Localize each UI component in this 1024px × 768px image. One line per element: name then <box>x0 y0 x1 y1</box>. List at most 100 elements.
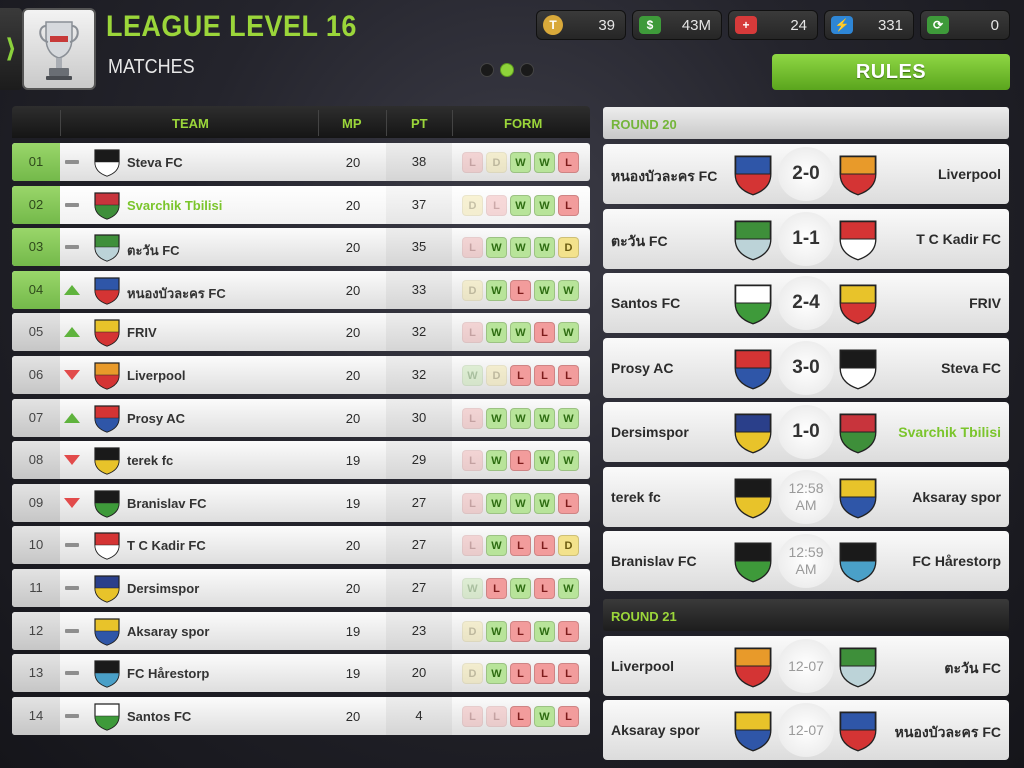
form-badge: L <box>486 705 507 727</box>
dash-icon <box>64 667 80 679</box>
form-badge: W <box>534 492 555 514</box>
home-team[interactable]: terek fc <box>611 489 661 505</box>
table-row[interactable]: 08 terek fc 19 29 LWLWW <box>12 441 590 480</box>
team-name[interactable]: Branislav FC <box>127 496 206 511</box>
table-row[interactable]: 02 Svarchik Tbilisi 20 37 DLWWL <box>12 185 590 224</box>
away-team[interactable]: Aksaray spor <box>912 489 1001 505</box>
table-row[interactable]: 13 FC Hårestorp 19 20 DWLLL <box>12 654 590 693</box>
away-crest-icon <box>839 349 877 389</box>
away-team[interactable]: หนองบัวละคร FC <box>895 722 1001 744</box>
form-badge: W <box>510 407 531 429</box>
form-badge: W <box>534 620 555 642</box>
table-row[interactable]: 10 T C Kadir FC 20 27 LWLLD <box>12 526 590 565</box>
form-badge: W <box>558 450 579 472</box>
form-strip: LDWWL <box>462 152 579 173</box>
match-card[interactable]: หนองบัวละคร FC 2-0 Liverpool <box>603 144 1009 204</box>
form-column-header: FORM <box>504 116 543 131</box>
match-card[interactable]: Dersimspor 1-0 Svarchik Tbilisi <box>603 402 1009 462</box>
team-name[interactable]: FRIV <box>127 325 157 340</box>
home-crest-icon <box>734 711 772 752</box>
position-cell: 07 <box>12 398 60 437</box>
team-name[interactable]: Svarchik Tbilisi <box>127 198 222 213</box>
away-crest-icon <box>839 413 877 454</box>
page-dot-1[interactable] <box>480 63 494 77</box>
home-team[interactable]: Dersimspor <box>611 424 689 440</box>
away-team[interactable]: Steva FC <box>941 360 1001 376</box>
home-team[interactable]: Branislav FC <box>611 553 697 569</box>
form-badge: W <box>534 450 555 472</box>
away-team[interactable]: Svarchik Tbilisi <box>898 424 1001 440</box>
transfer-counter[interactable]: ⟳ 0 <box>920 10 1010 40</box>
points: 23 <box>386 611 452 650</box>
rules-button[interactable]: RULES <box>772 54 1010 90</box>
team-crest <box>92 701 122 731</box>
away-team[interactable]: Liverpool <box>938 166 1001 182</box>
home-team[interactable]: Prosy AC <box>611 360 674 376</box>
home-team[interactable]: Aksaray spor <box>611 722 700 738</box>
arrow-down-icon <box>64 454 80 466</box>
points: 29 <box>386 441 452 480</box>
match-card[interactable]: Santos FC 2-4 FRIV <box>603 273 1009 333</box>
match-card[interactable]: terek fc 12:58 AM Aksaray spor <box>603 466 1009 527</box>
home-crest <box>731 475 775 519</box>
page-dot-3[interactable] <box>520 63 534 77</box>
team-name[interactable]: terek fc <box>127 453 173 468</box>
back-button[interactable]: ⟩ <box>0 8 22 90</box>
dash-icon <box>64 582 80 594</box>
form-badge: L <box>510 705 531 727</box>
points: 27 <box>386 483 452 522</box>
team-name[interactable]: Aksaray spor <box>127 624 209 639</box>
match-card[interactable]: ตะวัน FC 1-1 T C Kadir FC <box>603 208 1009 269</box>
table-row[interactable]: 03 ตะวัน FC 20 35 LWWWD <box>12 228 590 267</box>
home-team[interactable]: Liverpool <box>611 658 674 674</box>
form-badge: W <box>510 578 531 599</box>
team-crest <box>92 147 122 177</box>
away-team[interactable]: FC Hårestorp <box>912 553 1001 569</box>
energy-counter[interactable]: ⚡ 331 <box>824 10 914 40</box>
team-name[interactable]: Santos FC <box>127 709 191 724</box>
team-name[interactable]: T C Kadir FC <box>127 538 206 553</box>
match-card[interactable]: Liverpool 12-07 ตะวัน FC <box>603 635 1009 696</box>
table-row[interactable]: 01 Steva FC 20 38 LDWWL <box>12 143 590 181</box>
matches-played: 20 <box>345 197 361 213</box>
table-row[interactable]: 07 Prosy AC 20 30 LWWWW <box>12 398 590 437</box>
match-card[interactable]: Branislav FC 12:59 AM FC Hårestorp <box>603 531 1009 591</box>
table-row[interactable]: 12 Aksaray spor 19 23 DWLWL <box>12 611 590 650</box>
matches-played: 19 <box>345 623 361 639</box>
team-crest <box>92 445 122 475</box>
dash-icon <box>64 199 80 211</box>
table-row[interactable]: 06 Liverpool 20 32 WDLLL <box>12 356 590 394</box>
team-crest-icon <box>94 404 120 433</box>
home-team[interactable]: ตะวัน FC <box>611 231 668 253</box>
away-team[interactable]: T C Kadir FC <box>916 231 1001 247</box>
page-dot-2[interactable] <box>500 63 514 77</box>
table-row[interactable]: 09 Branislav FC 19 27 LWWWL <box>12 483 590 522</box>
table-row[interactable]: 04 หนองบัวละคร FC 20 33 DWLWW <box>12 270 590 309</box>
cash-counter[interactable]: $ 43M <box>632 10 722 40</box>
table-row[interactable]: 14 Santos FC 20 4 LLLWL <box>12 696 590 735</box>
match-card[interactable]: Aksaray spor 12-07 หนองบัวละคร FC <box>603 700 1009 760</box>
team-column-header: TEAM <box>172 116 209 131</box>
form-badge: W <box>510 492 531 514</box>
away-team[interactable]: ตะวัน FC <box>944 658 1001 680</box>
table-row[interactable]: 05 FRIV 20 32 LWWLW <box>12 313 590 352</box>
team-name[interactable]: Prosy AC <box>127 411 185 426</box>
team-name[interactable]: FC Hårestorp <box>127 666 209 681</box>
form-badge: D <box>462 620 483 642</box>
team-name[interactable]: หนองบัวละคร FC <box>127 283 226 304</box>
table-row[interactable]: 11 Dersimspor 20 27 WLWLW <box>12 569 590 607</box>
team-name[interactable]: Steva FC <box>127 155 183 170</box>
team-name[interactable]: ตะวัน FC <box>127 240 180 261</box>
form-badge: L <box>510 279 531 301</box>
home-team[interactable]: หนองบัวละคร FC <box>611 166 717 188</box>
tokens-counter[interactable]: T 39 <box>536 10 626 40</box>
team-name[interactable]: Liverpool <box>127 368 186 383</box>
match-card[interactable]: Prosy AC 3-0 Steva FC <box>603 337 1009 398</box>
medical-counter[interactable]: + 24 <box>728 10 818 40</box>
match-result: 2-4 <box>778 276 834 330</box>
team-name[interactable]: Dersimspor <box>127 581 199 596</box>
away-team[interactable]: FRIV <box>969 295 1001 311</box>
home-team[interactable]: Santos FC <box>611 295 680 311</box>
points: 35 <box>386 228 452 267</box>
page-indicator <box>480 63 534 77</box>
